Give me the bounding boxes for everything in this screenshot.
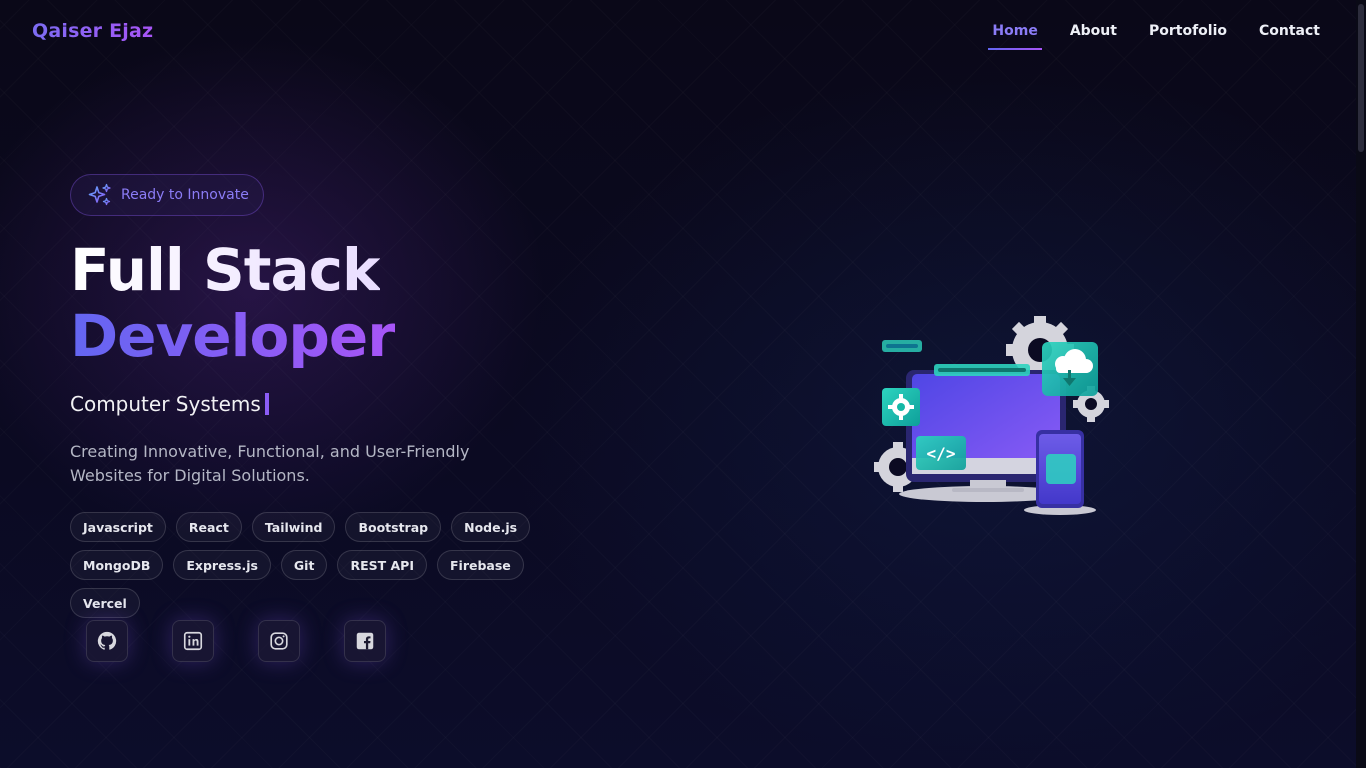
tech-tag: Vercel [70, 588, 140, 618]
tech-tag: Git [280, 550, 328, 580]
linkedin-icon [183, 631, 203, 651]
typing-text: Computer Systems [70, 392, 261, 416]
ready-badge: Ready to Innovate [70, 174, 264, 216]
tech-tag: REST API [337, 550, 427, 580]
facebook-icon [356, 632, 374, 650]
typing-cursor [264, 393, 269, 415]
nav-home[interactable]: Home [988, 23, 1043, 50]
nav-contact[interactable]: Contact [1259, 23, 1320, 47]
github-icon [97, 631, 117, 650]
hero-description: Creating Innovative, Functional, and Use… [70, 442, 470, 485]
page-scrollbar[interactable] [1356, 0, 1366, 768]
tech-tag: Javascript [70, 512, 166, 542]
linkedin-link[interactable] [172, 620, 214, 662]
hero-title-line2: Developer [70, 302, 396, 370]
tech-tag: Bootstrap [345, 512, 442, 542]
main-nav: Home About Portofolio Contact [988, 23, 1320, 50]
tech-tag: Node.js [451, 512, 531, 542]
social-links [86, 620, 386, 662]
nav-about[interactable]: About [1070, 23, 1117, 47]
sparkles-icon [88, 183, 111, 206]
github-link[interactable] [86, 620, 128, 662]
scrollbar-thumb[interactable] [1358, 4, 1364, 152]
tech-tag: MongoDB [70, 550, 164, 580]
instagram-icon [270, 632, 288, 650]
hero-title-line1: Full Stack [70, 236, 381, 304]
tech-tag: Tailwind [251, 512, 336, 542]
instagram-link[interactable] [258, 620, 300, 662]
tech-tag: React [175, 512, 242, 542]
brand-logo[interactable]: Qaiser Ejaz [32, 20, 153, 42]
typing-subtitle: Computer Systems [70, 392, 269, 416]
code-icon: </> [927, 444, 956, 463]
nav-portfolio[interactable]: Portofolio [1149, 23, 1227, 47]
developer-illustration: </> [874, 316, 1109, 515]
tech-tag: Express.js [173, 550, 271, 580]
tech-tag: Firebase [437, 550, 524, 580]
facebook-link[interactable] [344, 620, 386, 662]
badge-label: Ready to Innovate [121, 187, 249, 203]
tech-tags: Javascript React Tailwind Bootstrap Node… [70, 512, 590, 618]
